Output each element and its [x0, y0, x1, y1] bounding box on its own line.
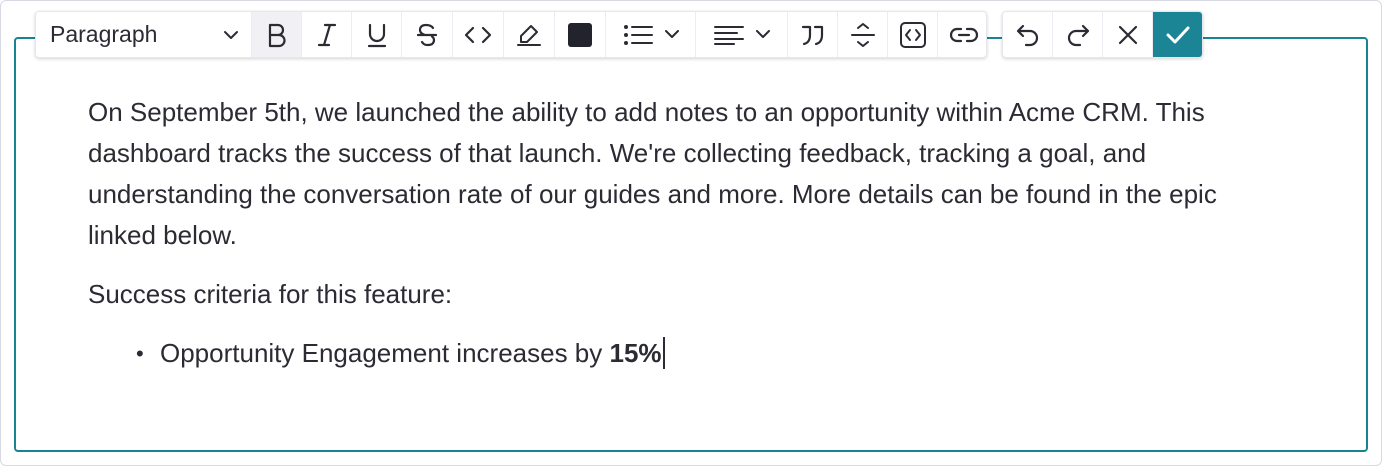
underline-button[interactable]: [352, 12, 402, 57]
text-caret: [662, 337, 665, 369]
highlight-button[interactable]: [504, 12, 555, 57]
undo-icon: [1016, 24, 1038, 46]
bold-icon: [268, 23, 286, 47]
redo-button[interactable]: [1053, 12, 1103, 57]
text-color-button[interactable]: [555, 12, 606, 57]
undo-button[interactable]: [1003, 12, 1053, 57]
code-block-button[interactable]: [888, 12, 938, 57]
italic-button[interactable]: [302, 12, 352, 57]
highlighter-icon: [517, 24, 541, 46]
bold-button[interactable]: [252, 12, 302, 57]
intro-paragraph: On September 5th, we launched the abilit…: [88, 97, 1217, 250]
horizontal-rule-button[interactable]: [838, 12, 888, 57]
block-format-dropdown[interactable]: Paragraph: [36, 12, 252, 57]
chevron-down-icon: [224, 30, 238, 39]
formatting-toolbar: Paragraph: [35, 11, 987, 58]
close-icon: [1118, 25, 1137, 44]
bullet-list-icon: [623, 24, 653, 45]
link-button[interactable]: [938, 12, 986, 57]
italic-icon: [317, 23, 336, 46]
horizontal-rule-icon: [850, 22, 875, 47]
blockquote-button[interactable]: [788, 12, 838, 57]
list-item-bold-value: 15%: [609, 338, 662, 368]
underline-icon: [367, 23, 386, 47]
color-swatch-icon: [568, 22, 592, 47]
align-dropdown[interactable]: [696, 12, 788, 57]
strikethrough-button[interactable]: [402, 12, 453, 57]
code-icon: [464, 26, 492, 43]
criteria-list: Opportunity Engagement increases by 15%: [88, 333, 1288, 374]
chevron-down-icon: [755, 30, 770, 38]
redo-icon: [1067, 24, 1089, 46]
action-toolbar: [1002, 11, 1203, 58]
link-icon: [949, 27, 979, 42]
chevron-down-icon: [664, 30, 679, 38]
align-left-icon: [713, 25, 744, 45]
block-format-label: Paragraph: [50, 21, 158, 47]
checkmark-icon: [1166, 26, 1190, 43]
code-block-icon: [899, 21, 926, 48]
list-item: Opportunity Engagement increases by 15%: [136, 333, 1288, 374]
strikethrough-icon: [416, 23, 438, 46]
cancel-button[interactable]: [1103, 12, 1153, 57]
criteria-heading-paragraph: Success criteria for this feature:: [88, 279, 453, 309]
list-item-text: Opportunity Engagement increases by: [160, 338, 610, 368]
inline-code-button[interactable]: [453, 12, 504, 57]
editor-content[interactable]: On September 5th, we launched the abilit…: [88, 92, 1288, 374]
bullet-list-dropdown[interactable]: [606, 12, 696, 57]
quote-icon: [801, 25, 823, 45]
confirm-button[interactable]: [1153, 12, 1202, 57]
